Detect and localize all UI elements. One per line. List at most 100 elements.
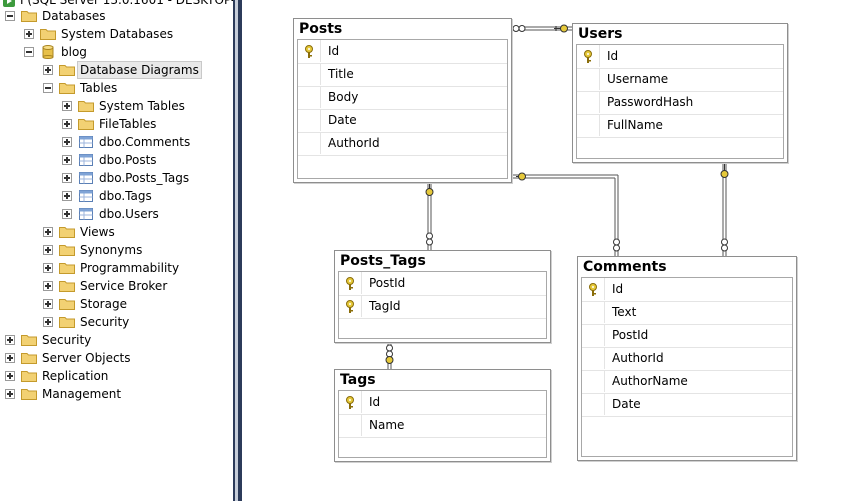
expand-icon[interactable] [43,299,53,309]
column-row-empty[interactable] [298,155,507,178]
tree-item-dbo-tags[interactable]: dbo.Tags [0,187,233,205]
expand-icon[interactable] [5,371,15,381]
column-grid: Id Title Body Date AuthorId [297,39,508,179]
tree-item-system-tables[interactable]: System Tables [0,97,233,115]
folder-icon [78,101,94,112]
expand-icon[interactable] [43,281,53,291]
expand-icon[interactable] [5,389,15,399]
expand-icon[interactable] [43,65,53,75]
column-row[interactable]: Body [298,86,507,110]
tree-item-dbo-comments[interactable]: dbo.Comments [0,133,233,151]
expand-icon[interactable] [62,173,72,183]
tree-item-service-broker[interactable]: Service Broker [0,277,233,295]
row-selector[interactable] [339,391,362,413]
folder-icon [59,65,75,76]
tree-item-system-databases[interactable]: System Databases [0,25,233,43]
column-row[interactable]: PostId [339,272,546,296]
row-selector[interactable] [339,272,362,294]
expand-icon[interactable] [62,191,72,201]
column-row[interactable]: Id [582,278,792,302]
tree-item-dbo-users[interactable]: dbo.Users [0,205,233,223]
folder-icon [21,371,37,382]
expand-icon[interactable] [43,317,53,327]
tree-item-management[interactable]: Management [0,385,233,403]
expand-icon[interactable] [43,245,53,255]
tree-item-tables[interactable]: Tables [0,79,233,97]
expand-icon[interactable] [24,29,34,39]
folder-icon [21,353,37,364]
table-users[interactable]: Users Id Username PasswordHash FullName [572,23,788,163]
column-row[interactable]: AuthorId [298,132,507,156]
column-row[interactable]: Date [582,393,792,417]
expand-icon[interactable] [62,101,72,111]
expand-icon[interactable] [62,209,72,219]
column-grid: Id Name [338,390,547,458]
expand-icon[interactable] [62,119,72,129]
collapse-icon[interactable] [24,47,34,57]
expand-icon[interactable] [62,155,72,165]
table-posts[interactable]: Posts Id Title Body Date AuthorId [293,18,512,183]
column-row[interactable]: Id [298,40,507,64]
column-name: Body [328,90,359,104]
table-title: Users [578,26,623,42]
column-row[interactable]: AuthorId [582,347,792,371]
diagram-canvas[interactable]: Posts Id Title Body Date AuthorId Users … [242,0,845,501]
column-row[interactable]: PasswordHash [577,91,783,115]
expand-icon[interactable] [43,263,53,273]
tree-item-security-db[interactable]: Security [0,313,233,331]
column-row[interactable]: AuthorName [582,370,792,394]
folder-icon [21,389,37,400]
column-row-empty[interactable] [577,137,783,160]
column-row[interactable]: Id [339,391,546,415]
table-tags[interactable]: Tags Id Name [334,369,551,462]
column-row-empty[interactable] [339,318,546,341]
tree-item-dbo-posts[interactable]: dbo.Posts [0,151,233,169]
expand-icon[interactable] [43,227,53,237]
tree-item-databases[interactable]: Databases [0,7,233,25]
table-comments[interactable]: Comments Id Text PostId AuthorId AuthorN… [577,256,797,461]
folder-icon [59,83,75,94]
tree-item-server-objects[interactable]: Server Objects [0,349,233,367]
panel-splitter[interactable] [233,0,242,501]
column-row[interactable]: TagId [339,295,546,319]
row-selector[interactable] [582,278,605,300]
tree-item-storage[interactable]: Storage [0,295,233,313]
column-row-empty[interactable] [339,437,546,460]
tree-item-file-tables[interactable]: FileTables [0,115,233,133]
expand-icon[interactable] [5,335,15,345]
row-selector[interactable] [298,40,321,62]
collapse-icon[interactable] [43,83,53,93]
row-selector[interactable] [577,45,600,67]
column-name: Id [607,49,619,63]
tree-item-blog[interactable]: blog [0,43,233,61]
column-row-empty[interactable] [582,416,792,439]
row-selector[interactable] [339,295,362,317]
tree-item-security[interactable]: Security [0,331,233,349]
column-name: AuthorId [612,351,664,365]
column-row[interactable]: Date [298,109,507,133]
column-row[interactable]: Username [577,68,783,92]
tree-item-views[interactable]: Views [0,223,233,241]
table-icon [79,190,93,202]
table-title: Comments [583,259,667,275]
tree-label: Synonyms [80,243,143,257]
table-posts-tags[interactable]: Posts_Tags PostId TagId [334,250,551,343]
tree-label: dbo.Comments [99,135,191,149]
column-row[interactable]: PostId [582,324,792,348]
collapse-icon[interactable] [5,11,15,21]
column-row[interactable]: FullName [577,114,783,138]
tree-item-programmability[interactable]: Programmability [0,259,233,277]
tree-label: blog [61,45,87,59]
column-name: PasswordHash [607,95,694,109]
column-row[interactable]: Name [339,414,546,438]
expand-icon[interactable] [5,353,15,363]
column-row[interactable]: Text [582,301,792,325]
expand-icon[interactable] [62,137,72,147]
column-row[interactable]: Id [577,45,783,69]
column-name: Username [607,72,669,86]
tree-item-replication[interactable]: Replication [0,367,233,385]
tree-item-database-diagrams[interactable]: Database Diagrams [0,61,233,79]
tree-item-synonyms[interactable]: Synonyms [0,241,233,259]
column-row[interactable]: Title [298,63,507,87]
tree-item-dbo-posts-tags[interactable]: dbo.Posts_Tags [0,169,233,187]
